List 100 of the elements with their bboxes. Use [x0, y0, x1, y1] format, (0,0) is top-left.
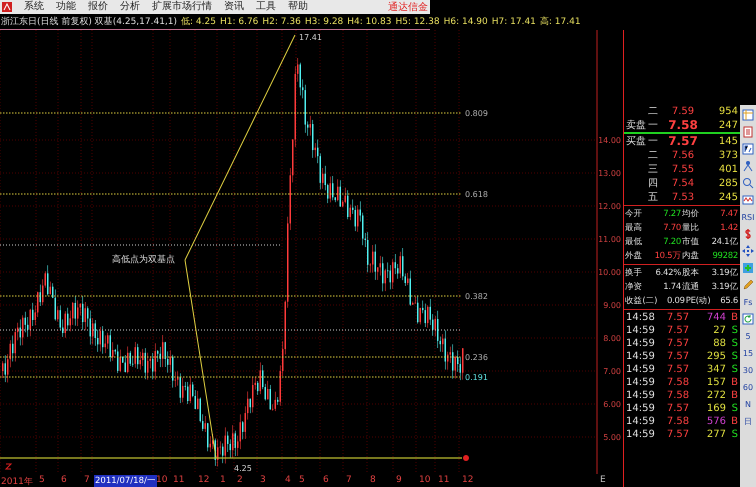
stat-value: 3.19亿 [710, 267, 738, 279]
date-axis-label: 11 [437, 475, 450, 485]
toolbar-button[interactable] [741, 159, 755, 173]
trade-volume: 744 [706, 312, 726, 323]
date-axis-label: 1 [219, 475, 227, 485]
indicator-value: H2: 7.36 [262, 16, 301, 26]
menu-item[interactable]: 工具 [256, 0, 276, 14]
refresh-icon [742, 313, 754, 325]
wave-icon [742, 194, 754, 206]
price-axis-label: 11.00 [598, 235, 621, 244]
toolbar-button[interactable] [741, 176, 755, 190]
trade-side: S [730, 338, 738, 349]
toolbar-button[interactable]: Fs [741, 295, 755, 309]
level-label: 一 [648, 135, 659, 148]
menu-item[interactable]: 报价 [88, 0, 108, 14]
toolbar-button[interactable]: 15 [741, 346, 755, 360]
stat-value: 65.6 [719, 296, 738, 306]
toolbar-button[interactable] [741, 244, 755, 258]
toolbar-button[interactable]: 30 [741, 363, 755, 377]
date-axis-label: 10 [155, 475, 168, 485]
stat-label: 股本 [682, 267, 700, 279]
trade-volume: 27 [712, 325, 726, 336]
stat-value: 7.70 [662, 223, 681, 233]
indicator-value: H5: 12.38 [395, 16, 440, 26]
date-axis-label: 5 [38, 475, 46, 485]
date-axis-label: 6 [322, 475, 330, 485]
stat-value: 3.19亿 [710, 281, 738, 293]
menu-item[interactable]: 系统 [24, 0, 44, 14]
date-axis-label: 11 [172, 475, 186, 485]
menu-item[interactable]: 资讯 [224, 0, 244, 14]
stock-title: 浙江东日(日线 前复权) 双基(4.25,17.41,1) [1, 16, 178, 28]
level-label: 0.809 [465, 109, 488, 118]
stat-label: 市值 [682, 236, 700, 248]
date-axis-label: 2 [236, 475, 244, 485]
date-axis-label: 3 [259, 475, 267, 485]
stat-value: 0.09 [666, 296, 685, 306]
stat-label: 外盘 [625, 250, 642, 262]
trade-time: 14:59 [626, 390, 656, 401]
level-label: 四 [648, 177, 659, 190]
toolbar-button[interactable] [741, 278, 755, 292]
stat-label: 均价 [682, 208, 700, 220]
menu-item[interactable]: 帮助 [288, 0, 308, 14]
stat-value: 6.42% [654, 268, 681, 278]
trade-volume: 347 [706, 364, 726, 375]
move-icon [742, 245, 754, 257]
menu-item[interactable]: 功能 [56, 0, 76, 14]
toolbar-button[interactable] [741, 108, 755, 122]
price-axis-label: 8.00 [603, 334, 621, 343]
trade-volume: 169 [706, 403, 726, 414]
trade-time: 14:59 [626, 429, 656, 440]
level-label: 0.236 [465, 353, 488, 362]
document-icon [742, 126, 754, 138]
chart-note: 高低点为双基点 [112, 255, 175, 265]
stat-value: 7.27 [662, 209, 681, 219]
toolbar-button[interactable] [741, 125, 755, 139]
toolbar-button[interactable]: 日 [741, 414, 755, 428]
trade-side: B [730, 416, 738, 427]
menu-item[interactable]: 分析 [120, 0, 140, 14]
indicator-value: H1: 6.76 [220, 16, 258, 26]
person-icon [742, 160, 754, 172]
trade-volume: 576 [706, 416, 726, 427]
trade-side: S [730, 429, 738, 440]
toolbar-button[interactable]: 60 [741, 380, 755, 394]
function-icon [742, 143, 754, 155]
toolbar-button[interactable]: 5 [741, 329, 755, 343]
trade-volume: 88 [712, 338, 726, 349]
level-label: 五 [648, 191, 659, 204]
side-label: 买盘 [625, 135, 647, 148]
toolbar-button[interactable] [741, 312, 755, 326]
indicator-value: 高: 17.41 [540, 16, 581, 28]
bid-volume: 145 [718, 136, 738, 146]
bid-price: 7.55 [670, 164, 696, 174]
bid-price: 7.56 [670, 150, 696, 160]
toolbar-button[interactable] [741, 193, 755, 207]
trade-side: S [730, 364, 738, 375]
date-axis-label: 12 [461, 475, 474, 485]
bid-volume: 285 [718, 178, 738, 188]
bid-price: 7.53 [670, 192, 696, 202]
stat-value: 24.1亿 [710, 236, 738, 248]
trade-volume: 277 [706, 429, 726, 440]
date-axis-label: 2011/07/18/一 [94, 475, 157, 487]
table-icon [742, 109, 754, 121]
trade-price: 7.57 [666, 351, 690, 362]
toolbar-button[interactable]: RSI [741, 210, 755, 224]
stat-label: 流通 [682, 281, 700, 293]
toolbar-button[interactable] [741, 142, 755, 156]
search-icon [742, 177, 754, 189]
date-axis-label: 12 [197, 475, 210, 485]
axis-corner-label: E [600, 475, 606, 485]
trade-side: B [730, 312, 738, 323]
low-price-label: 4.25 [234, 464, 252, 473]
bid-price: 7.54 [670, 178, 696, 188]
trade-volume: 295 [706, 351, 726, 362]
menu-item[interactable]: 扩展市场行情 [152, 0, 212, 14]
toolbar-button[interactable]: N [741, 397, 755, 411]
trade-time: 14:59 [626, 403, 656, 414]
ask-volume: 247 [718, 120, 738, 130]
stat-label: 换手 [625, 267, 642, 279]
level-label: 三 [648, 163, 659, 176]
trade-price: 7.57 [666, 364, 690, 375]
